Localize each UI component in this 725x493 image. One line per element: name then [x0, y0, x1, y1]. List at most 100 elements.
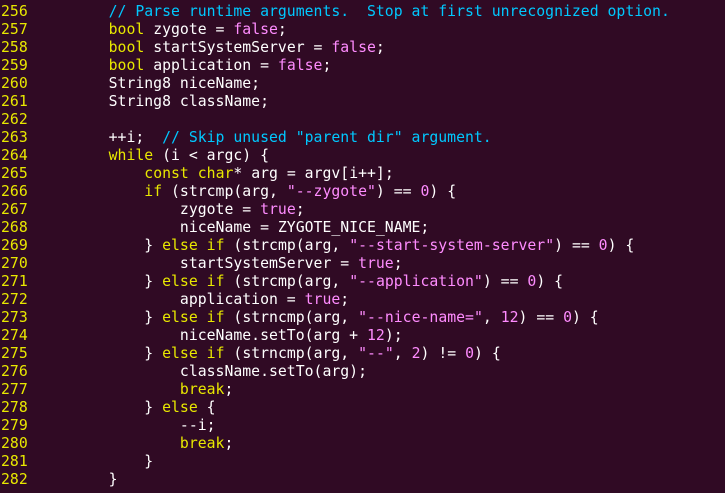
code-line[interactable]: 257 bool zygote = false; [0, 21, 725, 39]
token-ctrl: if [206, 345, 225, 362]
line-number: 282 [1, 471, 28, 488]
token-plain: ) == [554, 237, 599, 254]
code-text[interactable]: --i; [73, 417, 216, 435]
token-string: "--zygote" [286, 183, 376, 200]
line-number: 276 [1, 363, 28, 380]
token-ctrl: else [162, 399, 198, 416]
token-plain: , [393, 345, 412, 362]
token-comment: // Parse runtime arguments. Stop at firs… [108, 3, 670, 20]
token-plain: ; [340, 291, 350, 308]
code-text[interactable]: application = true; [73, 291, 349, 309]
line-number: 260 [1, 75, 28, 92]
code-line[interactable]: 258 bool startSystemServer = false; [0, 39, 725, 57]
code-text[interactable]: } else if (strcmp(arg, "--start-system-s… [73, 237, 634, 255]
code-line[interactable]: 272 application = true; [0, 291, 725, 309]
code-text[interactable]: } [73, 471, 118, 489]
code-line[interactable]: 262 [0, 111, 725, 129]
token-ctrl: else [162, 309, 198, 326]
token-plain: ; [375, 39, 385, 56]
line-number: 272 [1, 291, 28, 308]
code-line[interactable]: 269 } else if (strcmp(arg, "--start-syst… [0, 237, 725, 255]
code-text[interactable]: } else if (strncmp(arg, "--", 2) != 0) { [73, 345, 500, 363]
code-line[interactable]: 266 if (strcmp(arg, "--zygote") == 0) { [0, 183, 725, 201]
gutter-gap [37, 93, 73, 111]
code-line[interactable]: 260 String8 niceName; [0, 75, 725, 93]
code-text[interactable]: bool zygote = false; [73, 21, 287, 39]
code-text[interactable]: ++i; // Skip unused "parent dir" argumen… [73, 129, 492, 147]
code-text[interactable]: niceName = ZYGOTE_NICE_NAME; [73, 219, 429, 237]
code-text[interactable]: } [73, 453, 153, 471]
code-text[interactable]: zygote = true; [73, 201, 305, 219]
code-line[interactable]: 261 String8 className; [0, 93, 725, 111]
code-text[interactable]: bool startSystemServer = false; [73, 39, 385, 57]
token-string: true [260, 201, 296, 218]
code-text[interactable]: if (strcmp(arg, "--zygote") == 0) { [73, 183, 456, 201]
code-line[interactable]: 278 } else { [0, 399, 725, 417]
code-text[interactable]: className.setTo(arg); [73, 363, 367, 381]
token-plain: zygote = [179, 201, 261, 218]
code-line[interactable]: 280 break; [0, 435, 725, 453]
code-line[interactable]: 256 // Parse runtime arguments. Stop at … [0, 3, 725, 21]
gutter-gap [37, 435, 73, 453]
code-line[interactable]: 276 className.setTo(arg); [0, 363, 725, 381]
code-text[interactable]: break; [73, 435, 233, 453]
code-line[interactable]: 267 zygote = true; [0, 201, 725, 219]
token-keyword: bool [108, 21, 145, 38]
code-line[interactable]: 274 niceName.setTo(arg + 12); [0, 327, 725, 345]
code-text[interactable]: } else { [73, 399, 215, 417]
token-keyword: char [197, 165, 234, 182]
code-text[interactable]: String8 niceName; [73, 75, 260, 93]
token-plain: (strncmp(arg, [224, 309, 359, 326]
token-plain: (strcmp(arg, [162, 183, 287, 200]
code-line[interactable]: 273 } else if (strncmp(arg, "--nice-name… [0, 309, 725, 327]
line-number: 263 [1, 129, 28, 146]
line-number: 264 [1, 147, 28, 164]
code-text[interactable]: } else if (strncmp(arg, "--nice-name=", … [73, 309, 598, 327]
token-plain: application = [179, 291, 305, 308]
code-text[interactable]: } else if (strcmp(arg, "--application") … [73, 273, 563, 291]
line-number: 279 [1, 417, 28, 434]
code-line[interactable]: 259 bool application = false; [0, 57, 725, 75]
line-number: 256 [1, 3, 28, 20]
token-plain: } [144, 237, 163, 254]
gutter-gap [37, 399, 73, 417]
token-plain: (strncmp(arg, [224, 345, 359, 362]
code-line[interactable]: 271 } else if (strcmp(arg, "--applicatio… [0, 273, 725, 291]
code-text[interactable]: // Parse runtime arguments. Stop at firs… [73, 3, 670, 21]
token-ctrl: else [162, 237, 198, 254]
code-text[interactable]: const char* arg = argv[i++]; [73, 165, 394, 183]
code-text[interactable]: while (i < argc) { [73, 147, 269, 165]
code-line[interactable]: 281 } [0, 453, 725, 471]
code-editor[interactable]: 256 // Parse runtime arguments. Stop at … [0, 0, 725, 493]
token-plain: ) == [482, 273, 528, 290]
gutter-gap [37, 3, 73, 21]
code-line[interactable]: 279 --i; [0, 417, 725, 435]
code-line[interactable]: 275 } else if (strncmp(arg, "--", 2) != … [0, 345, 725, 363]
code-line[interactable]: 263 ++i; // Skip unused "parent dir" arg… [0, 129, 725, 147]
code-line[interactable]: 264 while (i < argc) { [0, 147, 725, 165]
token-plain: } [144, 345, 163, 362]
token-plain: ) != [420, 345, 466, 362]
token-plain: * arg = argv[i++]; [233, 165, 394, 182]
gutter-gap [37, 291, 73, 309]
code-text[interactable]: startSystemServer = true; [73, 255, 403, 273]
code-text[interactable]: break; [73, 381, 233, 399]
token-plain: (strcmp(arg, [224, 237, 350, 254]
code-text[interactable]: bool application = false; [73, 57, 332, 75]
code-line[interactable]: 268 niceName = ZYGOTE_NICE_NAME; [0, 219, 725, 237]
code-line[interactable]: 282 } [0, 471, 725, 489]
token-ctrl: if [206, 273, 225, 290]
code-line[interactable]: 265 const char* arg = argv[i++]; [0, 165, 725, 183]
gutter-gap [37, 345, 73, 363]
code-text[interactable]: niceName.setTo(arg + 12); [73, 327, 403, 345]
code-line[interactable]: 277 break; [0, 381, 725, 399]
line-number: 273 [1, 309, 28, 326]
code-text[interactable]: String8 className; [73, 93, 269, 111]
code-line[interactable]: 270 startSystemServer = true; [0, 255, 725, 273]
